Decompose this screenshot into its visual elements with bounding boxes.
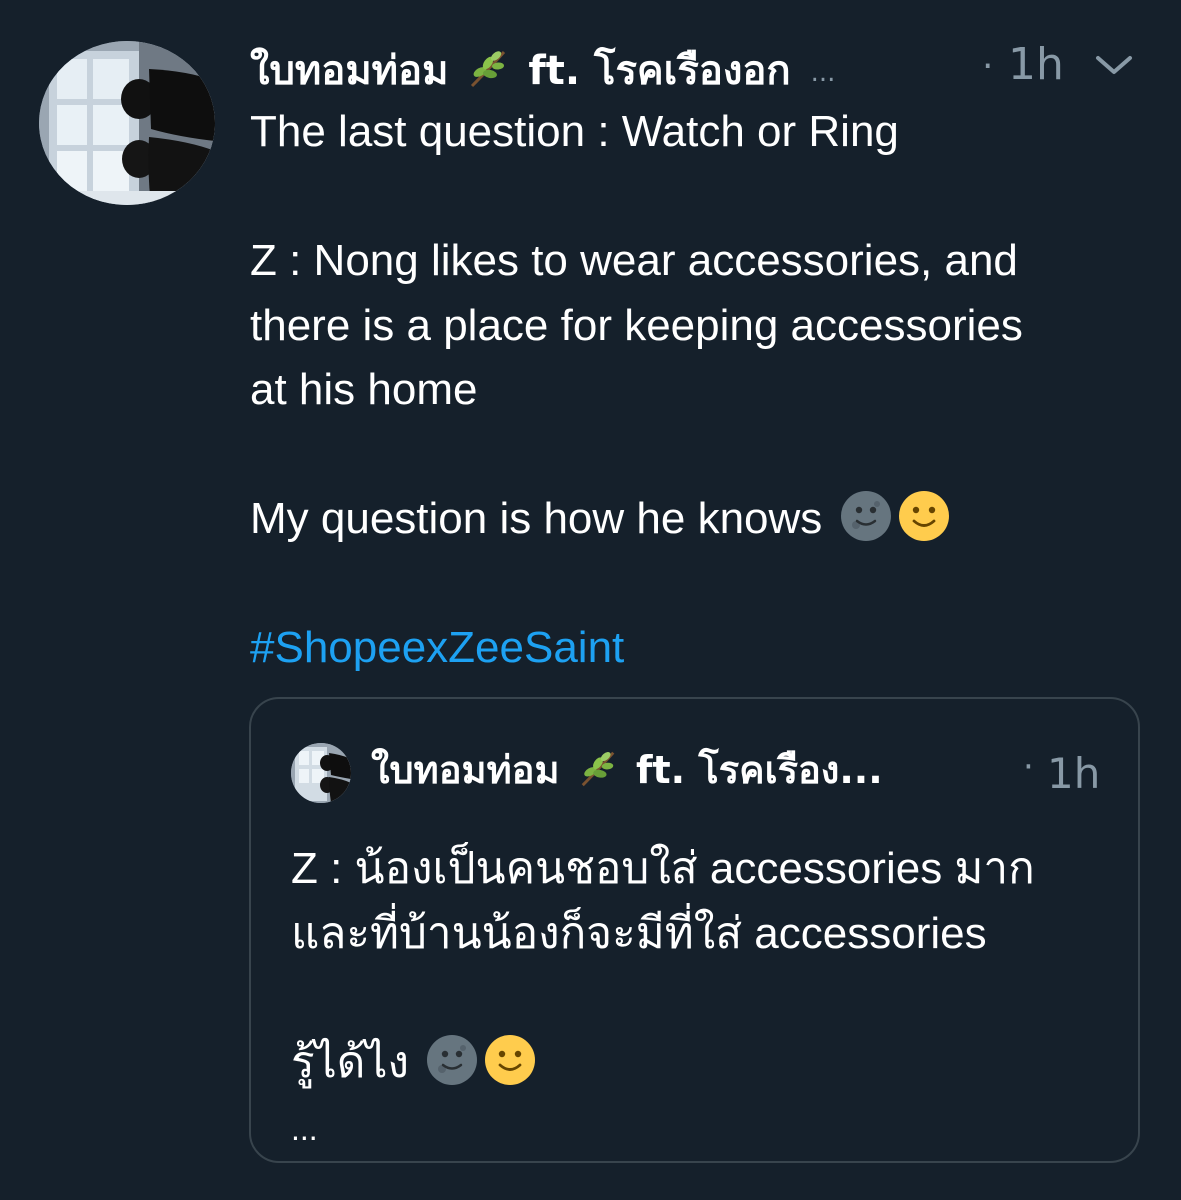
quoted-author-name: ใบทอมท่อม ft. โรคเรือง... — [371, 739, 883, 800]
slightly-smiling-face-icon — [897, 489, 951, 543]
avatar-photo — [39, 41, 215, 205]
avatar-photo — [291, 743, 351, 803]
name-truncation: ... — [810, 58, 836, 88]
author-name-rest: ft. โรคเรืองอก — [528, 48, 791, 94]
new-moon-face-icon — [425, 1033, 479, 1087]
separator-dot: · — [982, 46, 994, 87]
tweet-line: Z : Nong likes to wear accessories, and — [250, 236, 1018, 285]
show-more-ellipsis: ... — [291, 1111, 318, 1147]
tweet-line: there is a place for keeping accessories — [250, 300, 1023, 350]
quoted-line: รู้ได้ไง — [291, 1037, 409, 1087]
tweet-line: My question is how he knows — [250, 494, 823, 543]
author-name-link[interactable]: ใบทอมท่อม ft. โรคเรืองอก ... — [250, 38, 835, 102]
quoted-line-with-emoji: รู้ได้ไง — [291, 1031, 1131, 1096]
separator-dot: · — [1023, 747, 1034, 787]
tweet-line: The last question : Watch or Ring — [250, 107, 899, 156]
quoted-timestamp: 1h — [1047, 749, 1101, 798]
quoted-line: และที่บ้านน้องก็จะมีที่ใส่ accessories — [291, 908, 987, 958]
quoted-tweet-text: Z : น้องเป็นคนชอบใส่ accessories มาก และ… — [291, 837, 1131, 1149]
quoted-tweet-card[interactable]: ใบทอมท่อม ft. โรคเรือง... · 1h Z : น้องเ… — [249, 697, 1140, 1163]
quoted-author-avatar — [291, 743, 351, 803]
author-avatar[interactable] — [39, 41, 215, 205]
tweet-text: The last question : Watch or Ring Z : No… — [250, 100, 1150, 681]
hashtag-link[interactable]: #ShopeexZeeSaint — [250, 616, 1150, 681]
chevron-down-icon[interactable] — [1092, 50, 1136, 80]
herb-icon — [577, 747, 619, 798]
new-moon-face-icon — [839, 489, 893, 543]
tweet-timestamp[interactable]: 1h — [1008, 39, 1064, 90]
author-name: ใบทอมท่อม — [250, 48, 449, 94]
slightly-smiling-face-icon — [483, 1033, 537, 1087]
quoted-line: Z : น้องเป็นคนชอบใส่ accessories มาก — [291, 844, 1035, 893]
quoted-author-name-rest: ft. โรคเรือง... — [635, 748, 883, 792]
herb-icon — [466, 46, 510, 100]
hashtag-text: #ShopeexZeeSaint — [250, 623, 625, 672]
quoted-author-name-text: ใบทอมท่อม — [371, 748, 560, 792]
tweet-line: at his home — [250, 365, 478, 414]
tweet-line-with-emoji: My question is how he knows — [250, 487, 1150, 552]
tweet-header: ใบทอมท่อม ft. โรคเรืองอก ... · 1h — [250, 30, 1150, 98]
